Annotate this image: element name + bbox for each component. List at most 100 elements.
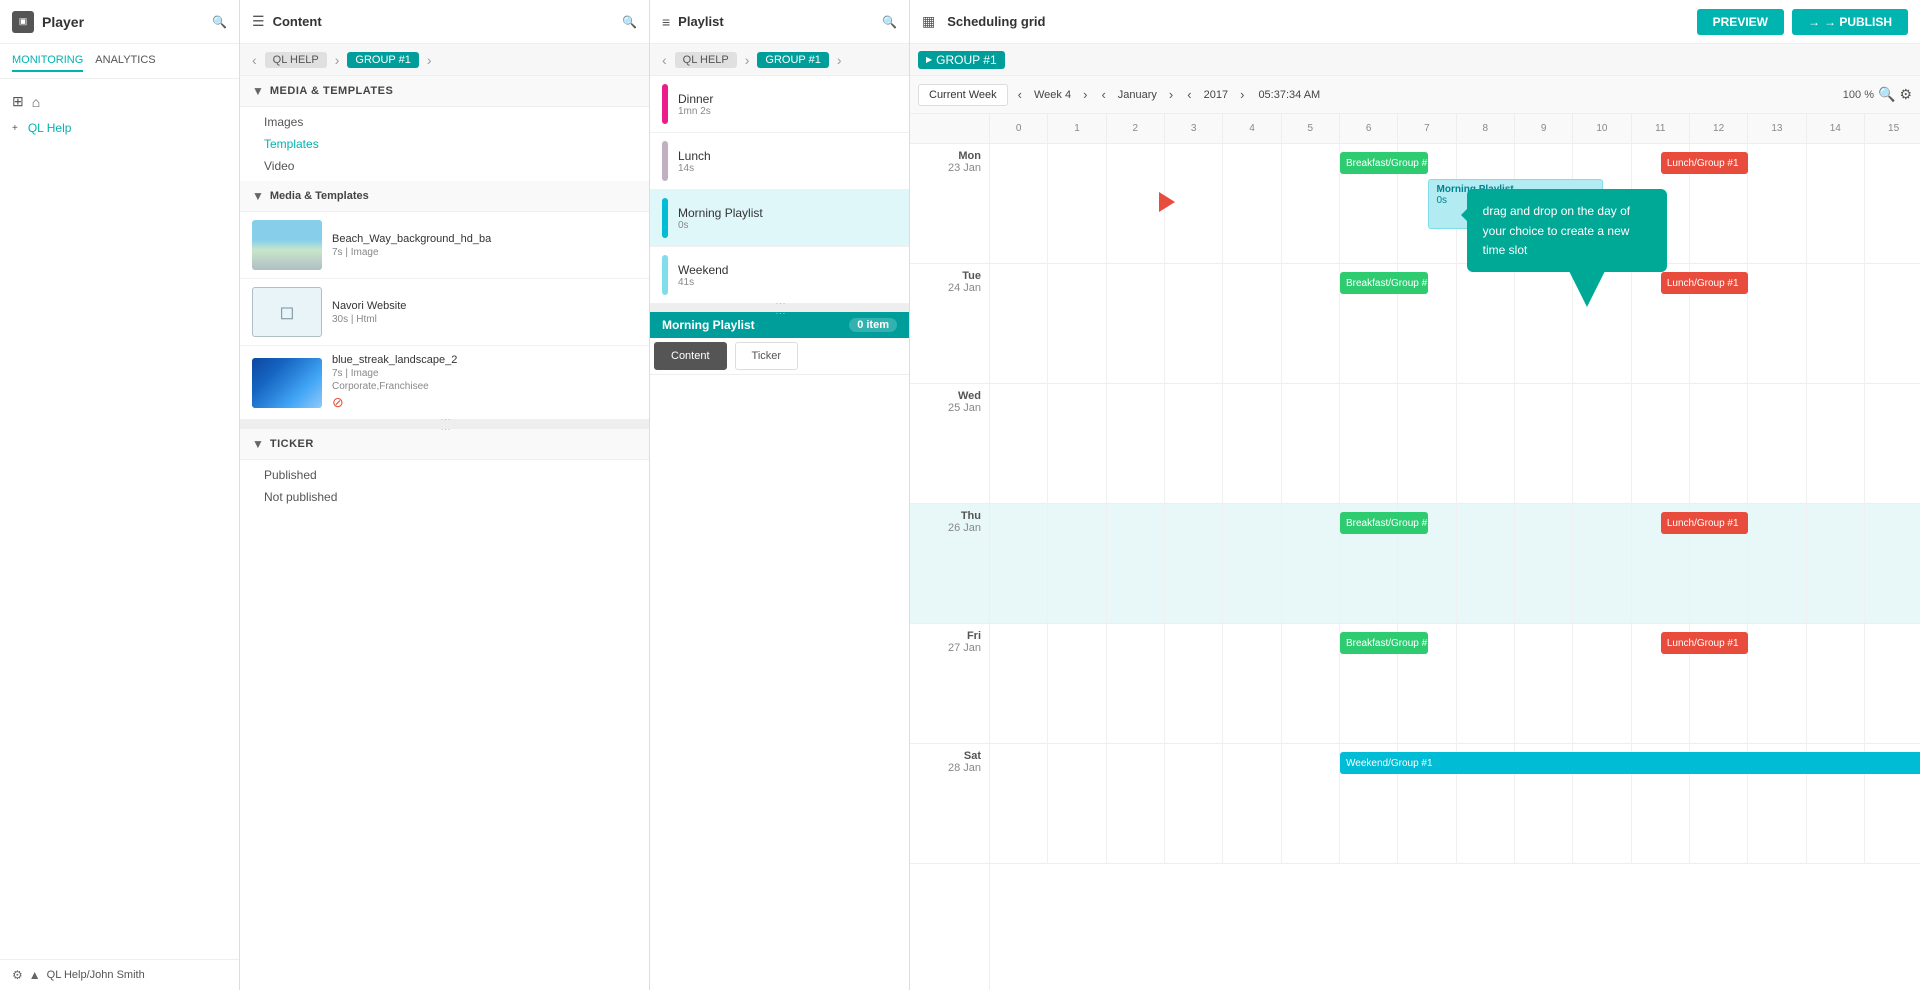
breadcrumb-group[interactable]: GROUP #1 [347, 52, 418, 68]
row-tue[interactable]: Breakfast/Group #1 Lunch/Group #1 Dinner… [990, 264, 1920, 384]
thu-cell-5[interactable] [1282, 504, 1340, 624]
tue-cell-14[interactable] [1807, 264, 1865, 384]
week-next-btn[interactable]: › [1079, 85, 1091, 104]
mon-cell-2[interactable] [1107, 144, 1165, 264]
wed-cell-11[interactable] [1632, 384, 1690, 504]
resize-handle[interactable] [240, 420, 649, 428]
media-item-navori[interactable]: ◻ Navori Website 30s | Html [240, 279, 649, 346]
mon-cell-5[interactable] [1282, 144, 1340, 264]
tab-ticker[interactable]: Ticker [735, 342, 799, 370]
content-search-icon[interactable]: 🔍 [622, 15, 637, 29]
grid-scroll[interactable]: 0 1 2 3 4 5 6 7 8 9 10 11 12 13 14 15 16 [990, 114, 1920, 990]
wed-cell-5[interactable] [1282, 384, 1340, 504]
thu-cell-15[interactable] [1865, 504, 1920, 624]
playlist-resize-handle[interactable] [650, 304, 909, 312]
mon-cell-15[interactable] [1865, 144, 1920, 264]
month-prev-btn[interactable]: ‹ [1097, 85, 1109, 104]
sat-cell-5[interactable] [1282, 744, 1340, 864]
wed-cell-12[interactable] [1690, 384, 1748, 504]
wed-cell-1[interactable] [1048, 384, 1106, 504]
wed-cell-3[interactable] [1165, 384, 1223, 504]
fri-cell-2[interactable] [1107, 624, 1165, 744]
tue-lunch[interactable]: Lunch/Group #1 [1661, 272, 1749, 294]
mon-cell-0[interactable] [990, 144, 1048, 264]
wed-cell-14[interactable] [1807, 384, 1865, 504]
gear-icon[interactable]: ⚙ [12, 968, 23, 982]
sat-cell-1[interactable] [1048, 744, 1106, 864]
tue-cell-9[interactable] [1515, 264, 1573, 384]
playlist-right-arrow[interactable]: › [741, 52, 754, 68]
thu-cell-9[interactable] [1515, 504, 1573, 624]
mon-cell-13[interactable] [1748, 144, 1806, 264]
zoom-settings-btn[interactable]: ⚙ [1899, 86, 1912, 103]
user-icon[interactable]: ▲ [29, 968, 41, 982]
wed-cell-2[interactable] [1107, 384, 1165, 504]
thu-lunch[interactable]: Lunch/Group #1 [1661, 512, 1749, 534]
fri-cell-14[interactable] [1807, 624, 1865, 744]
breadcrumb-qlhelp[interactable]: QL HELP [265, 52, 327, 68]
playlist-left-arrow[interactable]: ‹ [658, 52, 671, 68]
sat-cell-3[interactable] [1165, 744, 1223, 864]
playlist-item-lunch[interactable]: Lunch 14s [650, 133, 909, 190]
player-search-icon[interactable]: 🔍 [212, 15, 227, 29]
playlist-item-morning[interactable]: Morning Playlist 0s [650, 190, 909, 247]
tue-cell-4[interactable] [1223, 264, 1281, 384]
fri-lunch[interactable]: Lunch/Group #1 [1661, 632, 1749, 654]
thu-cell-8[interactable] [1457, 504, 1515, 624]
tue-cell-13[interactable] [1748, 264, 1806, 384]
playlist-end-arrow[interactable]: › [833, 52, 846, 68]
fri-cell-10[interactable] [1573, 624, 1631, 744]
mon-cell-1[interactable] [1048, 144, 1106, 264]
sat-cell-0[interactable] [990, 744, 1048, 864]
row-sat[interactable]: Weekend/Group #1 [990, 744, 1920, 864]
thu-breakfast[interactable]: Breakfast/Group #1 [1340, 512, 1428, 534]
tue-cell-2[interactable] [1107, 264, 1165, 384]
tue-cell-5[interactable] [1282, 264, 1340, 384]
wed-cell-0[interactable] [990, 384, 1048, 504]
week-prev-btn[interactable]: ‹ [1014, 85, 1026, 104]
tue-breakfast[interactable]: Breakfast/Group #1 [1340, 272, 1428, 294]
thu-cell-3[interactable] [1165, 504, 1223, 624]
ticker-not-published[interactable]: Not published [240, 486, 649, 508]
breadcrumb-left-arrow[interactable]: ‹ [248, 52, 261, 68]
playlist-bc-group[interactable]: GROUP #1 [757, 52, 828, 68]
fri-cell-5[interactable] [1282, 624, 1340, 744]
thu-cell-13[interactable] [1748, 504, 1806, 624]
breadcrumb-right-arrow[interactable]: › [331, 52, 344, 68]
preview-button[interactable]: PREVIEW [1697, 9, 1784, 35]
sidebar-item-qlhelp[interactable]: + QL Help [0, 116, 239, 140]
images-item[interactable]: Images [240, 111, 649, 133]
thu-cell-0[interactable] [990, 504, 1048, 624]
fri-cell-0[interactable] [990, 624, 1048, 744]
tue-cell-1[interactable] [1048, 264, 1106, 384]
wed-cell-10[interactable] [1573, 384, 1631, 504]
playlist-bc-qlhelp[interactable]: QL HELP [675, 52, 737, 68]
wed-cell-15[interactable] [1865, 384, 1920, 504]
templates-item[interactable]: Templates [240, 133, 649, 155]
media-item-bluestreak[interactable]: blue_streak_landscape_2 7s | Image Corpo… [240, 346, 649, 420]
tue-cell-0[interactable] [990, 264, 1048, 384]
tue-cell-3[interactable] [1165, 264, 1223, 384]
current-week-btn[interactable]: Current Week [918, 84, 1008, 106]
tue-cell-15[interactable] [1865, 264, 1920, 384]
year-prev-btn[interactable]: ‹ [1183, 85, 1195, 104]
mon-cell-14[interactable] [1807, 144, 1865, 264]
year-next-btn[interactable]: › [1236, 85, 1248, 104]
fri-cell-15[interactable] [1865, 624, 1920, 744]
sched-group-tag[interactable]: ▶ GROUP #1 [918, 51, 1005, 69]
ticker-published[interactable]: Published [240, 464, 649, 486]
sat-cell-4[interactable] [1223, 744, 1281, 864]
fri-cell-4[interactable] [1223, 624, 1281, 744]
media-sub-section-header[interactable]: ▼ Media & Templates [240, 181, 649, 212]
fri-cell-1[interactable] [1048, 624, 1106, 744]
playlist-item-dinner[interactable]: Dinner 1mn 2s [650, 76, 909, 133]
wed-cell-6[interactable] [1340, 384, 1398, 504]
playlist-item-weekend[interactable]: Weekend 41s [650, 247, 909, 304]
video-item[interactable]: Video [240, 155, 649, 177]
nav-analytics[interactable]: ANALYTICS [95, 50, 155, 72]
tab-content[interactable]: Content [654, 342, 727, 370]
wed-cell-7[interactable] [1398, 384, 1456, 504]
wed-cell-9[interactable] [1515, 384, 1573, 504]
fri-cell-3[interactable] [1165, 624, 1223, 744]
thu-cell-4[interactable] [1223, 504, 1281, 624]
